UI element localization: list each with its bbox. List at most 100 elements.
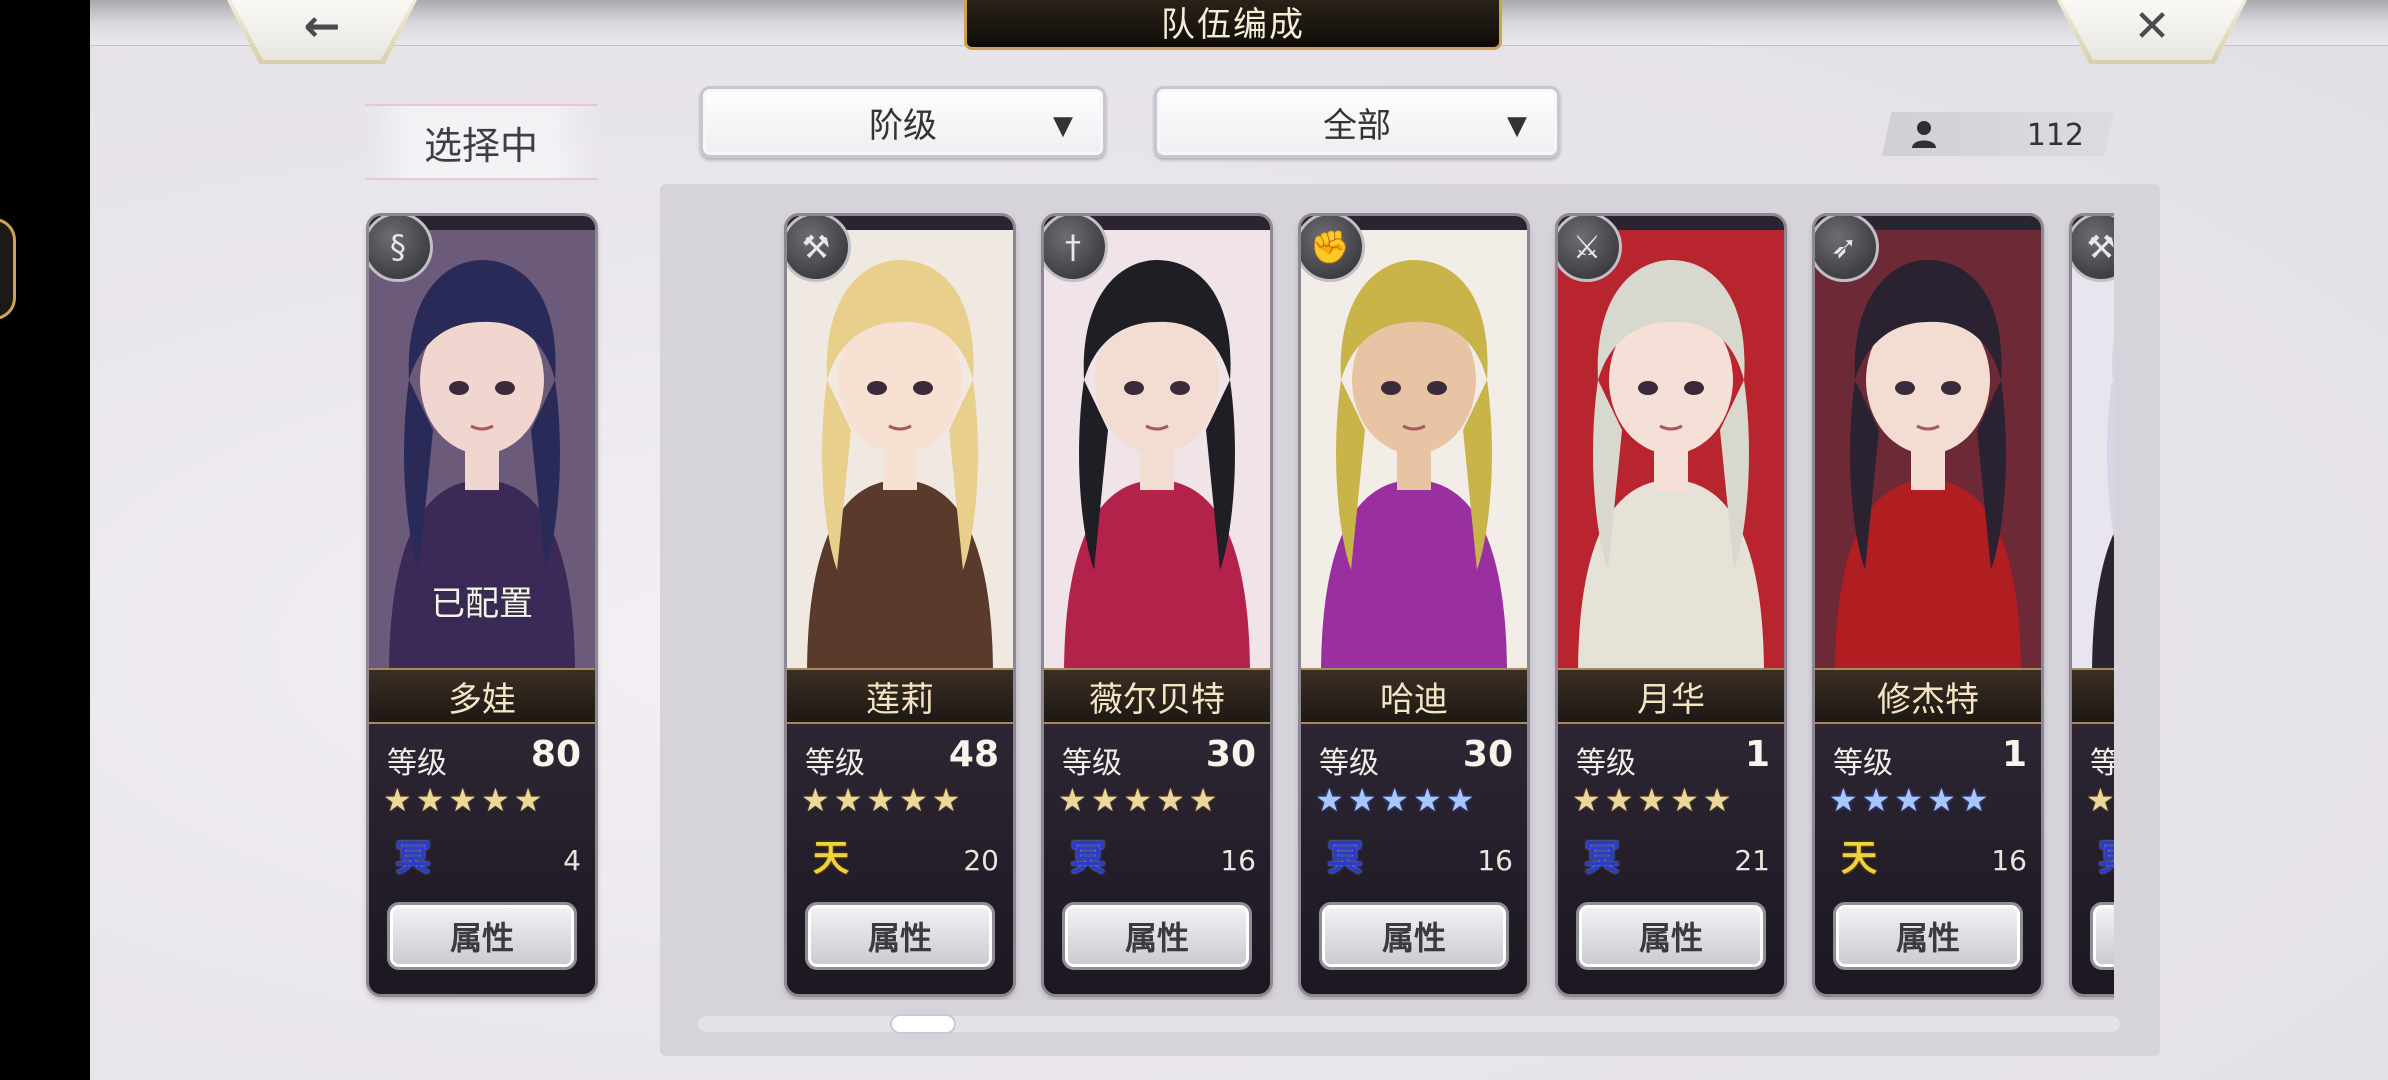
- rarity-star-icon: ★: [1058, 781, 1087, 819]
- rarity-star-icon: ★: [1829, 781, 1858, 819]
- rarity-star-icon: ★: [1380, 781, 1410, 819]
- roster-unit-card[interactable]: ✊ 哈迪 等级 30 ★ ★ ★ ★ ★ 冥 16 属性: [1301, 216, 1527, 994]
- unit-cost: 4: [563, 844, 581, 877]
- character-name-plate: 多娃: [369, 668, 595, 724]
- level-label: 等级: [1319, 746, 1379, 781]
- rarity-star-icon: ★: [833, 781, 863, 819]
- back-arrow-icon: ←: [303, 1, 341, 52]
- rarity-star-icon: ★: [1637, 781, 1667, 819]
- rarity-stars: ★★★★★: [1058, 784, 1258, 816]
- roster-unit-card[interactable]: ➶ 修杰特 等级 1 ★ ★ ★ ★ ★ 天 16 属性: [1815, 216, 2041, 994]
- roster-scrollbar[interactable]: [698, 1014, 2120, 1034]
- rarity-star-icon: ★: [1702, 781, 1732, 819]
- rarity-star-icon: ★: [1894, 781, 1924, 819]
- roster-list[interactable]: ⚒ 莲莉 等级 48 ★ ★ ★ ★ ★ 天 20 属性 † 薇尔贝特 等级 30 ★ ★ ★ ★ ★ 冥 16 属性 ✊ 哈迪等…: [680, 200, 2114, 1000]
- attribute-button[interactable]: 属性: [805, 902, 995, 970]
- attribute-button-label: 属性: [867, 919, 932, 957]
- character-portrait-art: [1558, 230, 1784, 676]
- rarity-star-icon: ★: [866, 781, 896, 819]
- attribute-button-label: 属性: [449, 919, 514, 957]
- roster-unit-card[interactable]: ⚒ 莲莉 等级 48 ★ ★ ★ ★ ★ 天 20 属性: [787, 216, 1013, 994]
- rarity-star-icon: ★: [1413, 781, 1442, 819]
- character-name: 修杰特: [1877, 679, 1979, 720]
- rarity-star-icon: ★: [1572, 781, 1601, 819]
- selected-unit-card[interactable]: § 已配置 多娃 等级 80 ★ ★ ★ ★ ★ 冥 4 属性: [369, 216, 595, 994]
- category-filter-dropdown[interactable]: 全部 ▼: [1154, 86, 1560, 158]
- selecting-label: 选择中: [365, 104, 597, 180]
- rank-badge: 天: [1840, 838, 1877, 879]
- character-portrait-art: [1044, 230, 1270, 676]
- character-name: 莲莉: [866, 679, 934, 720]
- roster-unit-card[interactable]: ⚔ 月华 等级 1 ★ ★ ★ ★ ★ 冥 21 属性: [1558, 216, 1784, 994]
- character-name: 薇尔贝特: [1089, 679, 1225, 720]
- rank-badge: 冥: [1326, 838, 1363, 879]
- rarity-star-icon: ★: [899, 781, 928, 819]
- class-glyph: ✊: [1310, 228, 1350, 266]
- team-formation-screen: ← 队伍编成 ✕ 选择中 阶级 ▼ 全部 ▼ 112 ⚒ 莲莉 等级 48 ★ ★ ★ ★ ★ 天…: [90, 0, 2388, 1080]
- character-portrait-art: [787, 230, 1013, 676]
- attribute-button[interactable]: 属性: [1833, 902, 2023, 970]
- close-icon: ✕: [2133, 1, 2171, 52]
- class-glyph: ⚔: [1572, 228, 1602, 266]
- rank-sort-value: 阶级: [869, 105, 937, 146]
- rarity-star-icon: ★: [1188, 781, 1218, 819]
- character-portrait: [1815, 230, 2041, 676]
- level-value: 1: [2001, 734, 2027, 775]
- back-button[interactable]: ←: [224, 0, 420, 64]
- assigned-tag: 已配置: [431, 584, 533, 624]
- unit-count-box: 112: [1882, 112, 2114, 156]
- character-portrait: [1301, 230, 1527, 676]
- attribute-button[interactable]: 属性: [387, 902, 577, 970]
- attribute-button[interactable]: 属性: [2090, 902, 2114, 970]
- level-label: 等级: [1576, 746, 1636, 781]
- level-value: 30: [1462, 734, 1513, 775]
- rarity-stars: ★★★★★: [1315, 784, 1515, 816]
- attribute-button[interactable]: 属性: [1062, 902, 1252, 970]
- character-portrait-art: [2072, 230, 2114, 676]
- scroll-thumb[interactable]: [890, 1014, 956, 1034]
- chevron-down-icon: ▼: [1053, 111, 1073, 141]
- character-portrait: [787, 230, 1013, 676]
- unit-cost: 20: [963, 844, 999, 877]
- rarity-star-icon: ★: [1604, 781, 1634, 819]
- level-value: 80: [530, 734, 581, 775]
- character-name-plate: 月华: [1558, 668, 1784, 724]
- character-stats: 等级 30 ★ ★ ★ ★ ★ 冥 16 属性: [1044, 724, 1270, 994]
- rank-sort-dropdown[interactable]: 阶级 ▼: [700, 86, 1106, 158]
- roster-unit-card[interactable]: ⚒ 雏菊等级 ★★★★★ 冥属性: [2072, 216, 2114, 994]
- rarity-star-icon: ★: [2086, 781, 2114, 819]
- level-label: 等级: [805, 746, 865, 781]
- character-stats: 等级 1 ★ ★ ★ ★ ★ 天 16 属性: [1815, 724, 2041, 994]
- rarity-star-icon: ★: [1315, 781, 1344, 819]
- level-value: 30: [1205, 734, 1256, 775]
- rarity-star-icon: ★: [1927, 781, 1956, 819]
- character-portrait: [2072, 230, 2114, 676]
- rarity-star-icon: ★: [383, 781, 412, 819]
- rarity-star-icon: ★: [1670, 781, 1699, 819]
- roster-unit-card[interactable]: † 薇尔贝特 等级 30 ★ ★ ★ ★ ★ 冥 16 属性: [1044, 216, 1270, 994]
- class-glyph: ⚒: [2086, 228, 2114, 266]
- side-drawer-tab[interactable]: [0, 218, 16, 320]
- character-name-plate: 雏菊: [2072, 668, 2114, 724]
- character-name: 月华: [1637, 679, 1705, 720]
- attribute-button[interactable]: 属性: [1576, 902, 1766, 970]
- rarity-star-icon: ★: [513, 781, 543, 819]
- rarity-star-icon: ★: [415, 781, 445, 819]
- rarity-star-icon: ★: [481, 781, 510, 819]
- attribute-button[interactable]: 属性: [1319, 902, 1509, 970]
- class-icon: ⚒: [2072, 216, 2114, 282]
- level-label: 等级: [1833, 746, 1893, 781]
- class-glyph: ⚒: [801, 228, 831, 266]
- attribute-button-label: 属性: [1638, 919, 1703, 957]
- close-button[interactable]: ✕: [2054, 0, 2250, 64]
- class-glyph: †: [1065, 228, 1081, 266]
- character-stats: 等级 1 ★ ★ ★ ★ ★ 冥 21 属性: [1558, 724, 1784, 994]
- rank-badge: 冥: [1069, 838, 1106, 879]
- character-name-plate: 修杰特: [1815, 668, 2041, 724]
- level-value: 1: [1744, 734, 1770, 775]
- character-stats: 等级 80 ★ ★ ★ ★ ★ 冥 4 属性: [369, 724, 595, 994]
- screen-left-border: [0, 0, 90, 1080]
- character-name-plate: 薇尔贝特: [1044, 668, 1270, 724]
- rarity-stars: ★★★★★: [1829, 784, 2029, 816]
- unit-cost: 21: [1734, 844, 1770, 877]
